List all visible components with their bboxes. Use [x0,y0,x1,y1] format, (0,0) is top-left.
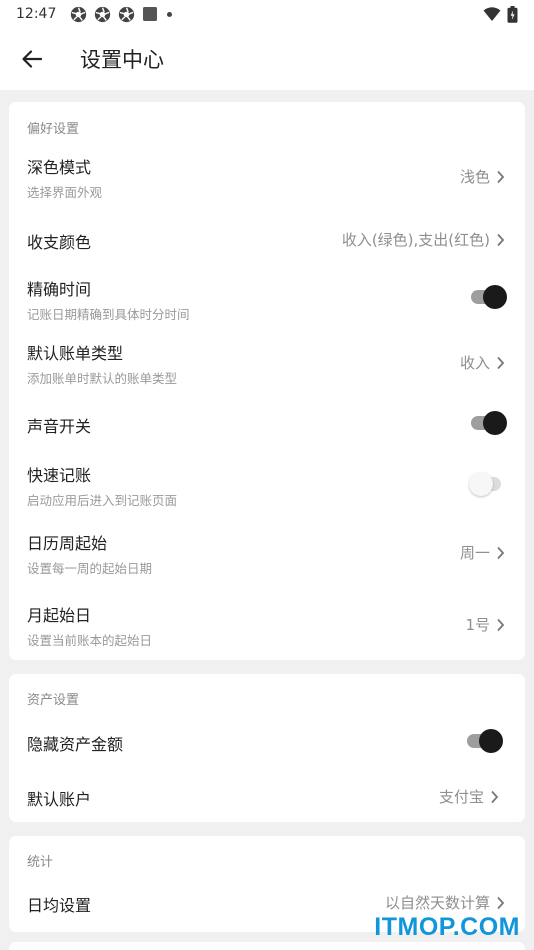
setting-label: 快速记账 [27,466,92,485]
section-title-stats: 统计 [27,855,54,870]
aperture-icon [119,6,135,22]
setting-value-text: 浅色 [459,168,490,186]
status-system-icons [483,5,518,23]
setting-default-account[interactable]: 默认账户 支付宝 [9,772,525,820]
status-bar: 12:47 [0,0,534,28]
toggle-thumb [483,285,507,309]
setting-value: 收入(绿色),支出(红色) [342,229,505,250]
setting-value-text: 支付宝 [438,788,484,806]
setting-value-text: 收入(绿色),支出(红色) [341,231,490,249]
battery-icon [507,5,518,23]
arrow-left-icon [22,50,42,68]
aperture-icon [71,6,87,22]
chevron-right-icon [497,896,505,909]
setting-value-text: 收入 [459,354,490,372]
setting-value-text: 1号 [465,616,490,634]
page-title: 设置中心 [80,48,164,72]
watermark-text: ITMOP.COM [374,913,520,941]
setting-label: 声音开关 [27,417,92,436]
setting-income-expense-color[interactable]: 收支颜色 收入(绿色),支出(红色) [9,214,525,266]
section-title-preferences: 偏好设置 [27,122,80,137]
setting-value: 支付宝 [439,786,499,807]
setting-value: 浅色 [460,166,505,187]
setting-label: 日历周起始 [27,534,108,553]
setting-description: 启动应用后进入到记账页面 [27,493,178,508]
setting-hide-asset-amount: 隐藏资产金额 [9,718,525,764]
next-card-partial [9,942,525,950]
chevron-right-icon [497,618,505,631]
assets-card: 资产设置 隐藏资产金额 默认账户 支付宝 [9,674,525,822]
setting-description: 设置每一周的起始日期 [27,561,153,576]
setting-label: 日均设置 [27,896,92,915]
square-notification-icon [143,7,158,21]
setting-dark-mode[interactable]: 深色模式 选择界面外观 浅色 [9,144,525,208]
toggle-thumb [479,729,503,753]
setting-quick-record: 快速记账 启动应用后进入到记账页面 [9,454,525,516]
back-button[interactable] [0,28,64,90]
setting-label: 隐藏资产金额 [27,735,124,754]
chevron-right-icon [497,546,505,559]
setting-value: 1号 [465,614,505,635]
toggle-thumb [469,472,493,496]
setting-week-start[interactable]: 日历周起始 设置每一周的起始日期 周一 [9,522,525,586]
precise-time-toggle[interactable] [469,284,509,310]
setting-label: 深色模式 [27,158,92,177]
setting-value-text: 以自然天数计算 [384,894,490,912]
setting-value: 收入 [460,352,505,373]
setting-label: 收支颜色 [27,233,92,252]
setting-sound: 声音开关 [9,398,525,450]
toggle-thumb [483,411,507,435]
setting-description: 选择界面外观 [27,185,103,200]
hide-asset-amount-toggle[interactable] [465,728,505,754]
setting-label: 默认账单类型 [27,344,124,363]
setting-label: 默认账户 [27,790,92,809]
aperture-icon [95,6,111,22]
setting-precise-time: 精确时间 记账日期精确到具体时分时间 [9,268,525,328]
more-notifications-dot [167,11,173,17]
setting-value-text: 周一 [459,544,490,562]
app-bar: 设置中心 [0,28,534,90]
status-time: 12:47 [16,6,57,22]
status-notification-icons [70,6,173,23]
wifi-icon [483,7,501,21]
chevron-right-icon [497,233,505,246]
setting-label: 月起始日 [27,606,92,625]
chevron-right-icon [497,170,505,183]
section-title-assets: 资产设置 [27,693,80,708]
chevron-right-icon [491,790,499,803]
preferences-card: 偏好设置 深色模式 选择界面外观 浅色 收支颜色 收入(绿色),支出(红色) 精… [9,102,525,660]
sound-toggle[interactable] [469,410,509,436]
quick-record-toggle[interactable] [469,471,509,497]
setting-description: 添加账单时默认的账单类型 [27,371,178,386]
setting-label: 精确时间 [27,280,92,299]
setting-default-bill-type[interactable]: 默认账单类型 添加账单时默认的账单类型 收入 [9,332,525,394]
setting-description: 记账日期精确到具体时分时间 [27,307,190,322]
chevron-right-icon [497,356,505,369]
setting-month-start[interactable]: 月起始日 设置当前账本的起始日 1号 [9,594,525,656]
setting-value: 周一 [460,542,505,563]
setting-description: 设置当前账本的起始日 [27,633,153,648]
setting-value: 以自然天数计算 [385,892,505,913]
